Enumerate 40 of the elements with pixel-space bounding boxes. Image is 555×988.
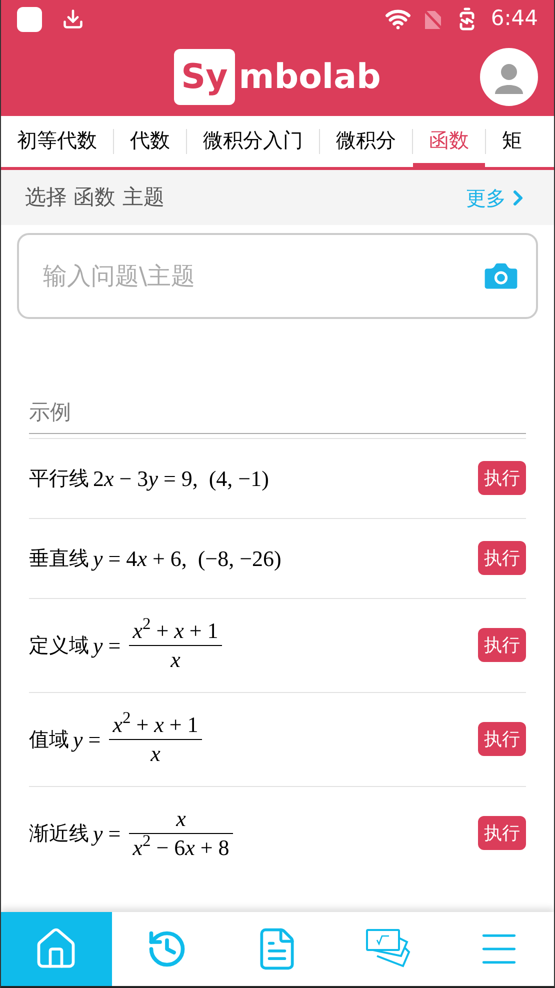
category-tab[interactable]: 矩	[486, 116, 538, 167]
numerator: x$^{2}$ + x + 1	[112, 710, 200, 738]
logo-mark: Sy	[174, 49, 235, 105]
example-label: 值域	[29, 726, 69, 753]
math-expression: 2x − 3y = 9, (4, −1)	[93, 464, 269, 493]
denominator: x	[169, 646, 182, 674]
category-tab[interactable]: 初等代数	[1, 116, 113, 167]
numerator: x	[174, 804, 187, 832]
example-label: 垂直线	[29, 545, 89, 572]
run-button[interactable]: 执行	[478, 541, 526, 575]
category-tab[interactable]: 微积分入门	[187, 116, 319, 167]
flashcards-icon	[365, 928, 412, 970]
math-expression: y =	[93, 820, 121, 848]
more-link[interactable]: 更多	[466, 182, 530, 212]
clock: 6:44	[490, 5, 538, 32]
nav-tab[interactable]	[1, 912, 112, 986]
numerator: x$^{2}$ + x + 1	[132, 616, 220, 644]
math-expression: y =	[73, 726, 101, 754]
example-label: 渐近线	[29, 820, 89, 847]
example-label: 平行线	[29, 465, 89, 492]
nav-tab[interactable]	[112, 912, 222, 986]
category-tab[interactable]: 代数	[114, 116, 186, 167]
denominator: x	[149, 740, 162, 768]
run-button[interactable]: 执行	[478, 722, 526, 756]
notification-icon	[17, 6, 42, 32]
logo-text: mbolab	[238, 56, 381, 98]
nav-tab[interactable]	[443, 912, 554, 986]
topic-title: 选择 函数 主题	[25, 184, 164, 211]
section-heading: 示例	[29, 397, 526, 434]
category-tab[interactable]: 微积分	[320, 116, 412, 167]
example-label: 定义域	[29, 632, 89, 659]
run-button[interactable]: 执行	[478, 461, 526, 495]
denominator: x$^{2}$ − 6x + 8	[132, 834, 230, 862]
search-field[interactable]: 输入问题\主题	[17, 233, 538, 319]
math-expression: y = 4x + 6, (−8, −26)	[93, 544, 282, 573]
math-expression: y =	[93, 632, 121, 660]
download-icon	[62, 8, 84, 30]
run-button[interactable]: 执行	[478, 816, 526, 850]
no-sim-icon	[422, 8, 443, 30]
run-button[interactable]: 执行	[478, 628, 526, 662]
